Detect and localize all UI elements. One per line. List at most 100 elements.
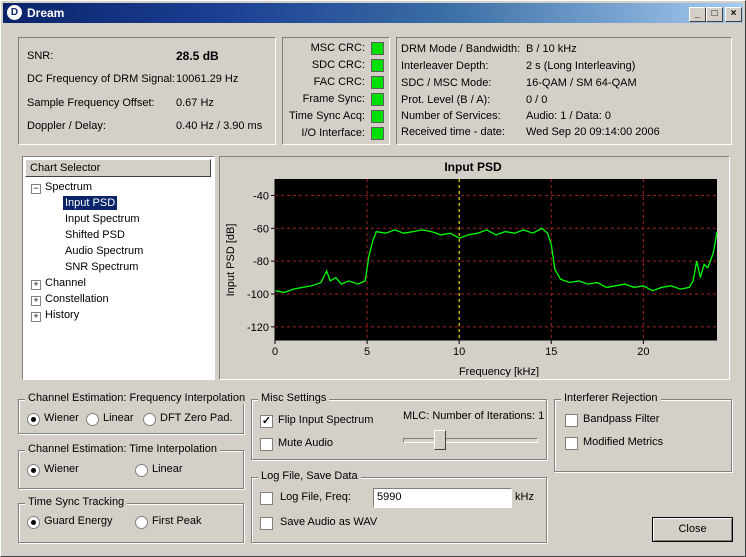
psd-chart: Input PSD Frequency [kHz] Input PSD [dB]…	[225, 160, 718, 378]
title-bar: D Dream _ □ ×	[3, 3, 743, 23]
frame-sync-led	[371, 93, 384, 106]
x-tick-label: 0	[272, 346, 278, 358]
time-sync-acq-label: Time Sync Acq:	[288, 110, 365, 122]
freq-dft-label: DFT Zero Pad.	[160, 412, 233, 424]
chart-ylabel: Input PSD [dB]	[225, 224, 237, 297]
x-tick-label: 20	[637, 346, 649, 358]
minimize-button[interactable]: _	[689, 7, 706, 22]
sdc-crc-led	[371, 59, 384, 72]
log-file-title: Log File, Save Data	[258, 470, 361, 482]
guard-energy-radio[interactable]	[27, 516, 40, 529]
freq-interp-group: Channel Estimation: Frequency Interpolat…	[18, 392, 249, 434]
flip-spectrum-checkbox[interactable]: ✓	[260, 415, 273, 428]
close-button[interactable]: Close	[652, 517, 733, 542]
tree-item-spectrum[interactable]: Spectrum	[45, 180, 92, 194]
flip-spectrum-label: Flip Input Spectrum	[278, 414, 374, 426]
freq-wiener-radio[interactable]	[27, 413, 40, 426]
y-tick-label: -60	[253, 223, 269, 235]
dream-window: D Dream _ □ × SNR: 28.5 dB DC Frequency …	[0, 0, 746, 557]
dc-frequency-value: 10061.29 Hz	[176, 73, 239, 85]
log-file-checkbox[interactable]	[260, 492, 273, 505]
expand-icon[interactable]: +	[31, 280, 41, 290]
tree-item-input-psd[interactable]: Input PSD	[63, 196, 118, 210]
tree-item-snr-spectrum[interactable]: SNR Spectrum	[65, 260, 138, 274]
misc-settings-title: Misc Settings	[258, 392, 330, 404]
y-tick-label: -40	[253, 190, 269, 202]
x-tick-label: 5	[364, 346, 370, 358]
doppler-label: Doppler / Delay:	[27, 120, 106, 132]
time-sync-acq-led	[371, 110, 384, 123]
snr-label: SNR:	[27, 50, 54, 62]
mute-audio-checkbox[interactable]	[260, 438, 273, 451]
tree-item-audio-spectrum[interactable]: Audio Spectrum	[65, 244, 143, 258]
x-tick-label: 15	[545, 346, 557, 358]
maximize-button[interactable]: □	[706, 7, 723, 22]
log-freq-unit: kHz	[515, 491, 534, 503]
snr-value: 28.5 dB	[176, 49, 219, 63]
psd-plot-frame: Input PSD Frequency [kHz] Input PSD [dB]…	[219, 156, 730, 380]
tree-item-history[interactable]: History	[45, 308, 79, 322]
freq-dft-radio[interactable]	[143, 413, 156, 426]
collapse-icon[interactable]: −	[31, 184, 41, 194]
x-tick-label: 10	[453, 346, 465, 358]
tree-item-shifted-psd[interactable]: Shifted PSD	[65, 228, 125, 242]
interferer-rejection-group: Interferer Rejection Bandpass Filter Mod…	[554, 392, 732, 472]
window-title: Dream	[27, 6, 65, 20]
tree-item-constellation[interactable]: Constellation	[45, 292, 109, 306]
bandpass-filter-checkbox[interactable]	[565, 414, 578, 427]
modified-metrics-checkbox[interactable]	[565, 437, 578, 450]
first-peak-label: First Peak	[152, 515, 202, 527]
time-wiener-label: Wiener	[44, 463, 79, 475]
mute-audio-label: Mute Audio	[278, 437, 334, 449]
modified-metrics-label: Modified Metrics	[583, 436, 664, 448]
log-freq-input[interactable]: 5990	[373, 488, 512, 508]
y-tick-label: -120	[247, 322, 269, 334]
msc-crc-label: MSC CRC:	[310, 42, 365, 54]
first-peak-radio[interactable]	[135, 516, 148, 529]
chart-xlabel: Frequency [kHz]	[459, 366, 539, 377]
time-wiener-radio[interactable]	[27, 464, 40, 477]
interferer-title: Interferer Rejection	[561, 392, 661, 404]
chart-selector-tree[interactable]: Chart Selector − Spectrum Input PSD Inpu…	[22, 156, 215, 380]
plot-area	[275, 179, 717, 340]
guard-energy-label: Guard Energy	[44, 515, 113, 527]
time-interp-group: Channel Estimation: Time Interpolation W…	[18, 443, 244, 489]
sample-offset-value: 0.67 Hz	[176, 97, 214, 109]
prot-level-value: 0 / 0	[526, 94, 548, 106]
crc-panel: MSC CRC: SDC CRC: FAC CRC: Frame Sync: T…	[282, 37, 390, 145]
drm-mode-label: DRM Mode / Bandwidth:	[401, 43, 521, 55]
chart-title: Input PSD	[444, 160, 502, 174]
doppler-value: 0.40 Hz / 3.90 ms	[176, 120, 263, 132]
io-interface-led	[371, 127, 384, 140]
freq-wiener-label: Wiener	[44, 412, 79, 424]
misc-settings-group: Misc Settings ✓ Flip Input Spectrum Mute…	[251, 392, 547, 460]
fac-crc-led	[371, 76, 384, 89]
freq-interp-title: Channel Estimation: Frequency Interpolat…	[25, 392, 249, 404]
time-linear-radio[interactable]	[135, 464, 148, 477]
time-sync-group: Time Sync Tracking Guard Energy First Pe…	[18, 496, 244, 543]
sdc-msc-value: 16-QAM / SM 64-QAM	[526, 77, 637, 89]
save-audio-label: Save Audio as WAV	[280, 516, 378, 528]
freq-linear-label: Linear	[103, 412, 134, 424]
log-file-label: Log File, Freq:	[280, 491, 351, 503]
sdc-msc-label: SDC / MSC Mode:	[401, 77, 492, 89]
io-interface-label: I/O Interface:	[301, 127, 365, 139]
prot-level-label: Prot. Level (B / A):	[401, 94, 491, 106]
interleaver-value: 2 s (Long Interleaving)	[526, 60, 636, 72]
tree-item-input-spectrum[interactable]: Input Spectrum	[65, 212, 140, 226]
log-file-group: Log File, Save Data Log File, Freq: 5990…	[251, 470, 547, 543]
tree-item-channel[interactable]: Channel	[45, 276, 86, 290]
interleaver-label: Interleaver Depth:	[401, 60, 489, 72]
freq-linear-radio[interactable]	[86, 413, 99, 426]
mlc-slider-track[interactable]	[403, 438, 538, 443]
close-window-button[interactable]: ×	[725, 7, 742, 22]
services-label: Number of Services:	[401, 110, 501, 122]
expand-icon[interactable]: +	[31, 312, 41, 322]
chart-selector-header[interactable]: Chart Selector	[25, 159, 211, 177]
received-time-label: Received time - date:	[401, 126, 505, 138]
fac-crc-label: FAC CRC:	[313, 76, 365, 88]
mlc-slider-thumb[interactable]	[433, 430, 446, 450]
bandpass-filter-label: Bandpass Filter	[583, 413, 660, 425]
save-audio-checkbox[interactable]	[260, 517, 273, 530]
expand-icon[interactable]: +	[31, 296, 41, 306]
